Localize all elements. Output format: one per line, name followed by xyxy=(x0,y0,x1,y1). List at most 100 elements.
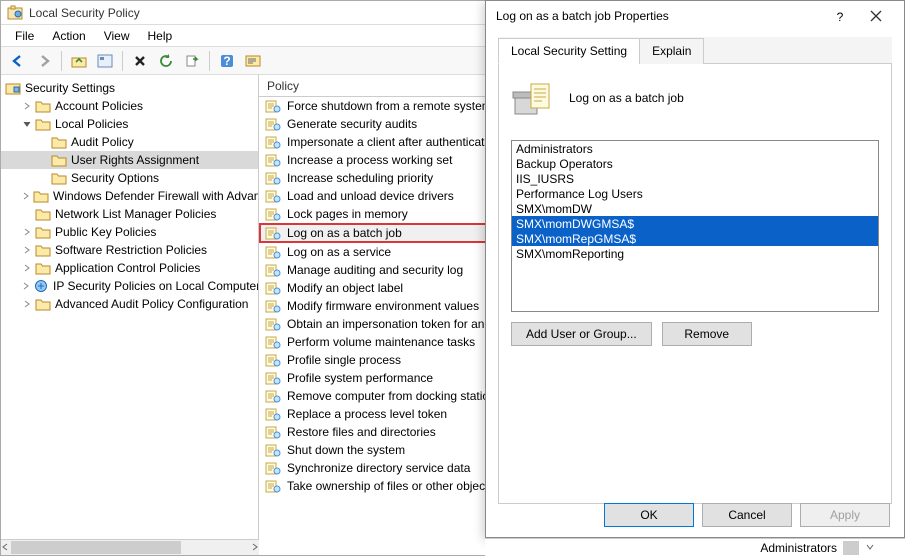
detail-scroll-down-icon[interactable] xyxy=(865,541,875,555)
policy-item-icon xyxy=(265,461,281,475)
up-button[interactable] xyxy=(68,50,90,72)
user-row[interactable]: Backup Operators xyxy=(512,156,878,171)
tree-pane[interactable]: Security Settings Account PoliciesLocal P… xyxy=(1,75,259,541)
scroll-thumb[interactable] xyxy=(11,541,181,554)
dialog-titlebar: Log on as a batch job Properties ? xyxy=(486,1,904,31)
dialog-help-button[interactable]: ? xyxy=(822,1,858,31)
back-button[interactable] xyxy=(7,50,29,72)
policy-label: Synchronize directory service data xyxy=(287,461,470,475)
menu-view[interactable]: View xyxy=(96,27,138,45)
policy-item-icon xyxy=(265,335,281,349)
cancel-button[interactable]: Cancel xyxy=(702,503,792,527)
refresh-button[interactable] xyxy=(155,50,177,72)
tree-item[interactable]: Security Options xyxy=(1,169,258,187)
dialog-close-button[interactable] xyxy=(858,1,894,31)
svg-text:?: ? xyxy=(837,10,844,22)
list-header-label: Policy xyxy=(267,79,299,93)
collapse-icon[interactable] xyxy=(21,118,33,130)
tree-item[interactable]: Network List Manager Policies xyxy=(1,205,258,223)
user-row[interactable]: SMX\momReporting xyxy=(512,246,878,261)
tree-item[interactable]: Application Control Policies xyxy=(1,259,258,277)
apply-button[interactable]: Apply xyxy=(800,503,890,527)
wrap-button[interactable] xyxy=(242,50,264,72)
tree-item[interactable]: Account Policies xyxy=(1,97,258,115)
toolbar-separator xyxy=(209,51,210,71)
policy-item-icon xyxy=(265,353,281,367)
tree-horizontal-scrollbar[interactable] xyxy=(1,539,259,555)
policy-item-icon xyxy=(265,389,281,403)
ok-button[interactable]: OK xyxy=(604,503,694,527)
user-row[interactable]: Administrators xyxy=(512,141,878,156)
folder-icon xyxy=(35,261,51,275)
detail-scroll-indicator[interactable] xyxy=(843,541,859,555)
expand-icon[interactable] xyxy=(21,100,33,112)
expand-icon[interactable] xyxy=(21,226,33,238)
tree-item[interactable]: User Rights Assignment xyxy=(1,151,258,169)
tree-item[interactable]: Audit Policy xyxy=(1,133,258,151)
forward-button[interactable] xyxy=(33,50,55,72)
menu-help[interactable]: Help xyxy=(140,27,181,45)
policy-item-icon xyxy=(265,443,281,457)
help-button[interactable]: ? xyxy=(216,50,238,72)
tree-item[interactable]: Software Restriction Policies xyxy=(1,241,258,259)
expand-icon xyxy=(37,172,49,184)
policy-label: Obtain an impersonation token for an xyxy=(287,317,484,331)
tab-local-security-setting[interactable]: Local Security Setting xyxy=(498,38,640,64)
scroll-right-icon[interactable] xyxy=(251,540,259,555)
user-row[interactable]: IIS_IUSRS xyxy=(512,171,878,186)
policy-item-icon xyxy=(265,135,281,149)
delete-button[interactable] xyxy=(129,50,151,72)
remove-user-button[interactable]: Remove xyxy=(662,322,752,346)
folder-icon xyxy=(35,99,51,113)
policy-item-icon xyxy=(265,226,281,240)
add-user-button[interactable]: Add User or Group... xyxy=(511,322,652,346)
folder-icon xyxy=(51,135,67,149)
properties-button[interactable] xyxy=(94,50,116,72)
expand-icon[interactable] xyxy=(21,298,33,310)
tree-item[interactable]: Public Key Policies xyxy=(1,223,258,241)
users-listbox[interactable]: AdministratorsBackup OperatorsIIS_IUSRSP… xyxy=(511,140,879,312)
policy-label: Take ownership of files or other objects xyxy=(287,479,494,493)
tree-label: Software Restriction Policies xyxy=(55,243,207,257)
policy-item-icon xyxy=(265,207,281,221)
users-button-row: Add User or Group... Remove xyxy=(511,322,879,346)
policy-label: Replace a process level token xyxy=(287,407,447,421)
tree-label: Windows Defender Firewall with Advan xyxy=(53,189,259,203)
folder-icon xyxy=(35,297,51,311)
tree-item[interactable]: Windows Defender Firewall with Advan xyxy=(1,187,258,205)
tree-label: Application Control Policies xyxy=(55,261,200,275)
expand-icon[interactable] xyxy=(21,244,33,256)
tree-item[interactable]: Local Policies xyxy=(1,115,258,133)
scroll-track[interactable] xyxy=(9,540,251,555)
tree-label: Security Options xyxy=(71,171,159,185)
window-title: Local Security Policy xyxy=(29,6,140,20)
expand-icon[interactable] xyxy=(21,280,31,292)
user-row[interactable]: SMX\momDWGMSA$ xyxy=(512,216,878,231)
user-row[interactable]: SMX\momRepGMSA$ xyxy=(512,231,878,246)
user-row[interactable]: Performance Log Users xyxy=(512,186,878,201)
menu-action[interactable]: Action xyxy=(44,27,93,45)
user-row[interactable]: SMX\momDW xyxy=(512,201,878,216)
policy-label: Lock pages in memory xyxy=(287,207,408,221)
policy-item-icon xyxy=(265,99,281,113)
tab-strip: Local Security Setting Explain xyxy=(498,37,892,64)
scroll-left-icon[interactable] xyxy=(1,540,9,555)
tree-label: Advanced Audit Policy Configuration xyxy=(55,297,248,311)
app-icon xyxy=(7,5,23,21)
tree-root[interactable]: Security Settings xyxy=(1,79,258,97)
export-button[interactable] xyxy=(181,50,203,72)
tree-item[interactable]: Advanced Audit Policy Configuration xyxy=(1,295,258,313)
policy-item-icon xyxy=(265,189,281,203)
tab-explain[interactable]: Explain xyxy=(639,38,704,64)
expand-icon[interactable] xyxy=(21,190,31,202)
policy-item-icon xyxy=(265,479,281,493)
tree-item[interactable]: IP Security Policies on Local Computer xyxy=(1,277,258,295)
menu-file[interactable]: File xyxy=(7,27,42,45)
policy-label: Profile system performance xyxy=(287,371,433,385)
folder-icon xyxy=(33,279,49,293)
tree-label: Security Settings xyxy=(25,81,115,95)
policy-item-icon xyxy=(265,407,281,421)
tree-label: Public Key Policies xyxy=(55,225,156,239)
expand-icon[interactable] xyxy=(21,262,33,274)
policy-item-icon xyxy=(265,245,281,259)
